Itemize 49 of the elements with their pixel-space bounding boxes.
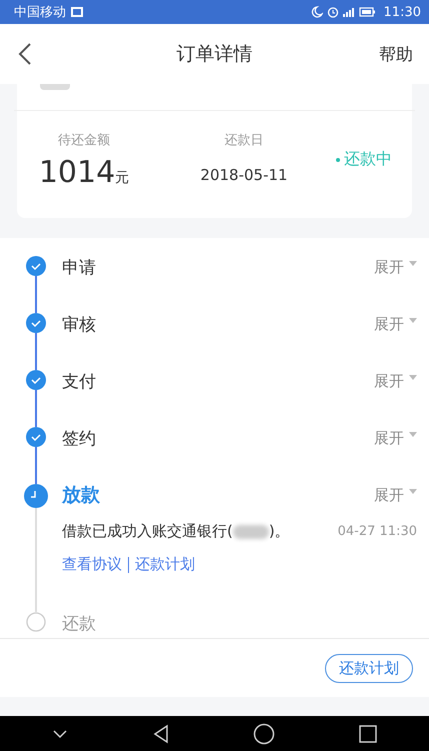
back-triangle-icon[interactable] [152,724,170,744]
home-circle-icon[interactable] [253,722,276,744]
step-message: 借款已成功入账交通银行( [62,522,233,541]
expand-toggle[interactable]: 展开 [374,372,417,390]
step-label: 还款 [62,612,96,634]
expand-toggle[interactable]: 展开 [374,314,417,334]
back-icon[interactable] [18,42,32,66]
redacted-blur [232,524,269,538]
signal-icon [342,6,355,18]
step-label: 审核 [62,314,96,336]
amount-label: 待还金额 [58,132,110,149]
alarm-icon [326,6,339,18]
step-label: 放款 [62,483,100,508]
step-label: 申请 [62,256,96,278]
check-icon [26,256,46,276]
caret-icon [409,488,417,494]
step-label: 支付 [62,370,96,392]
amount-value: 1014元 [38,155,130,190]
recents-square-icon[interactable] [359,724,378,742]
status-dot [336,158,340,162]
clock-time: 11:30 [384,4,421,20]
date-value: 2018-05-11 [200,166,288,184]
expand-toggle[interactable]: 展开 [374,486,417,504]
caret-icon [409,318,417,322]
help-link[interactable]: 帮助 [379,42,413,66]
message-end: )。 [268,522,290,541]
status-text: 还款中 [344,149,392,170]
caret-icon [409,374,417,380]
expand-toggle[interactable]: 展开 [374,258,417,276]
check-icon [26,370,46,390]
step-time: 04-27 11:30 [338,524,417,539]
moon-icon [310,6,323,18]
step-label: 签约 [62,428,96,450]
repayment-plan-button[interactable]: 还款计划 [325,654,413,682]
chevron-down-icon[interactable] [52,728,68,738]
battery-icon [358,6,376,18]
detail-link[interactable]: 还款计划 [135,555,195,574]
pending-circle-icon [26,612,46,632]
carrier-name: 中国移动 [14,4,66,21]
check-icon [26,313,46,333]
caret-icon [409,260,417,266]
date-label: 还款日 [224,132,264,149]
detail-link[interactable]: 查看协议 [62,555,122,574]
notification-icon [70,6,84,18]
page-title: 订单详情 [176,42,252,67]
caret-icon [409,432,417,436]
check-icon [26,427,46,447]
expand-toggle[interactable]: 展开 [374,428,417,448]
clock-icon [24,484,48,508]
